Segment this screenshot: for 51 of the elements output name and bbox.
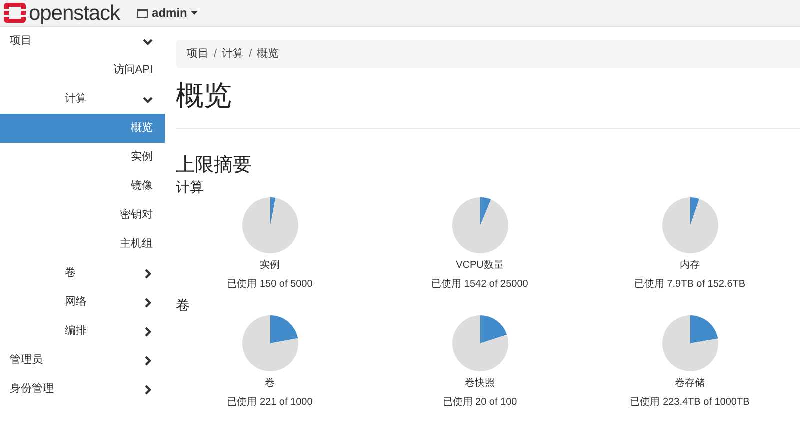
- window-icon: [137, 8, 148, 18]
- breadcrumb-link[interactable]: 项目: [187, 46, 209, 62]
- sidebar-item[interactable]: 计算: [0, 85, 165, 114]
- meter-label: VCPU数量: [456, 259, 504, 273]
- meter-label: 实例: [260, 259, 280, 273]
- sidebar-item[interactable]: 密钥对: [0, 201, 165, 230]
- breadcrumb-separator: /: [248, 46, 254, 62]
- sidebar-item[interactable]: 卷: [0, 259, 165, 288]
- chevron-down-icon: [143, 94, 153, 104]
- breadcrumb-link[interactable]: 计算: [222, 46, 244, 62]
- group-heading: 卷: [176, 296, 191, 314]
- group-heading: 计算: [176, 178, 205, 196]
- meter-label: 内存: [680, 259, 700, 273]
- usage-text: 已使用 223.4TB of 1000TB: [630, 396, 750, 410]
- chevron-right-icon: [143, 384, 153, 394]
- chevron-right-icon: [143, 326, 153, 336]
- meter-label: 卷存储: [675, 377, 705, 391]
- usage-text: 已使用 1542 of 25000: [432, 278, 528, 292]
- usage-pie-chart: [662, 197, 718, 254]
- usage-text: 已使用 150 of 5000: [227, 278, 313, 292]
- usage-pie-chart: [242, 315, 298, 372]
- breadcrumb-separator: /: [213, 46, 218, 62]
- sidebar-item[interactable]: 项目: [0, 27, 165, 56]
- usage-text: 已使用 221 of 1000: [227, 396, 313, 410]
- usage-pie-chart: [452, 197, 508, 254]
- sidebar-item[interactable]: 管理员: [0, 346, 165, 375]
- meter-label: 卷快照: [465, 377, 495, 391]
- chevron-right-icon: [143, 356, 153, 366]
- sidebar-item[interactable]: 编排: [0, 317, 165, 346]
- sidebar-item[interactable]: 主机组: [0, 230, 165, 259]
- usage-pie-chart: [242, 197, 298, 254]
- sidebar-item[interactable]: 镜像: [0, 172, 165, 201]
- usage-text: 已使用 7.9TB of 152.6TB: [634, 278, 746, 292]
- project-menu[interactable]: admin: [137, 4, 198, 22]
- logo-icon: [4, 3, 26, 23]
- usage-pie-chart: [662, 315, 718, 372]
- sidebar-item[interactable]: 网络: [0, 288, 165, 317]
- page-title: 概览: [176, 79, 233, 113]
- chevron-down-icon: [143, 36, 153, 46]
- usage-text: 已使用 20 of 100: [442, 396, 518, 410]
- caret-icon: [191, 11, 198, 15]
- sidebar-item[interactable]: 实例: [0, 143, 165, 172]
- sidebar-item[interactable]: 身份管理: [0, 375, 165, 404]
- meter-label: 卷: [265, 377, 275, 391]
- chevron-right-icon: [143, 268, 153, 278]
- section-title: 上限摘要: [176, 154, 253, 178]
- brand-name: openstack: [29, 2, 120, 24]
- sidebar-item[interactable]: 访问API: [0, 56, 165, 85]
- sidebar-item[interactable]: 概览: [0, 114, 165, 143]
- usage-pie-chart: [452, 315, 508, 372]
- chevron-right-icon: [143, 298, 153, 308]
